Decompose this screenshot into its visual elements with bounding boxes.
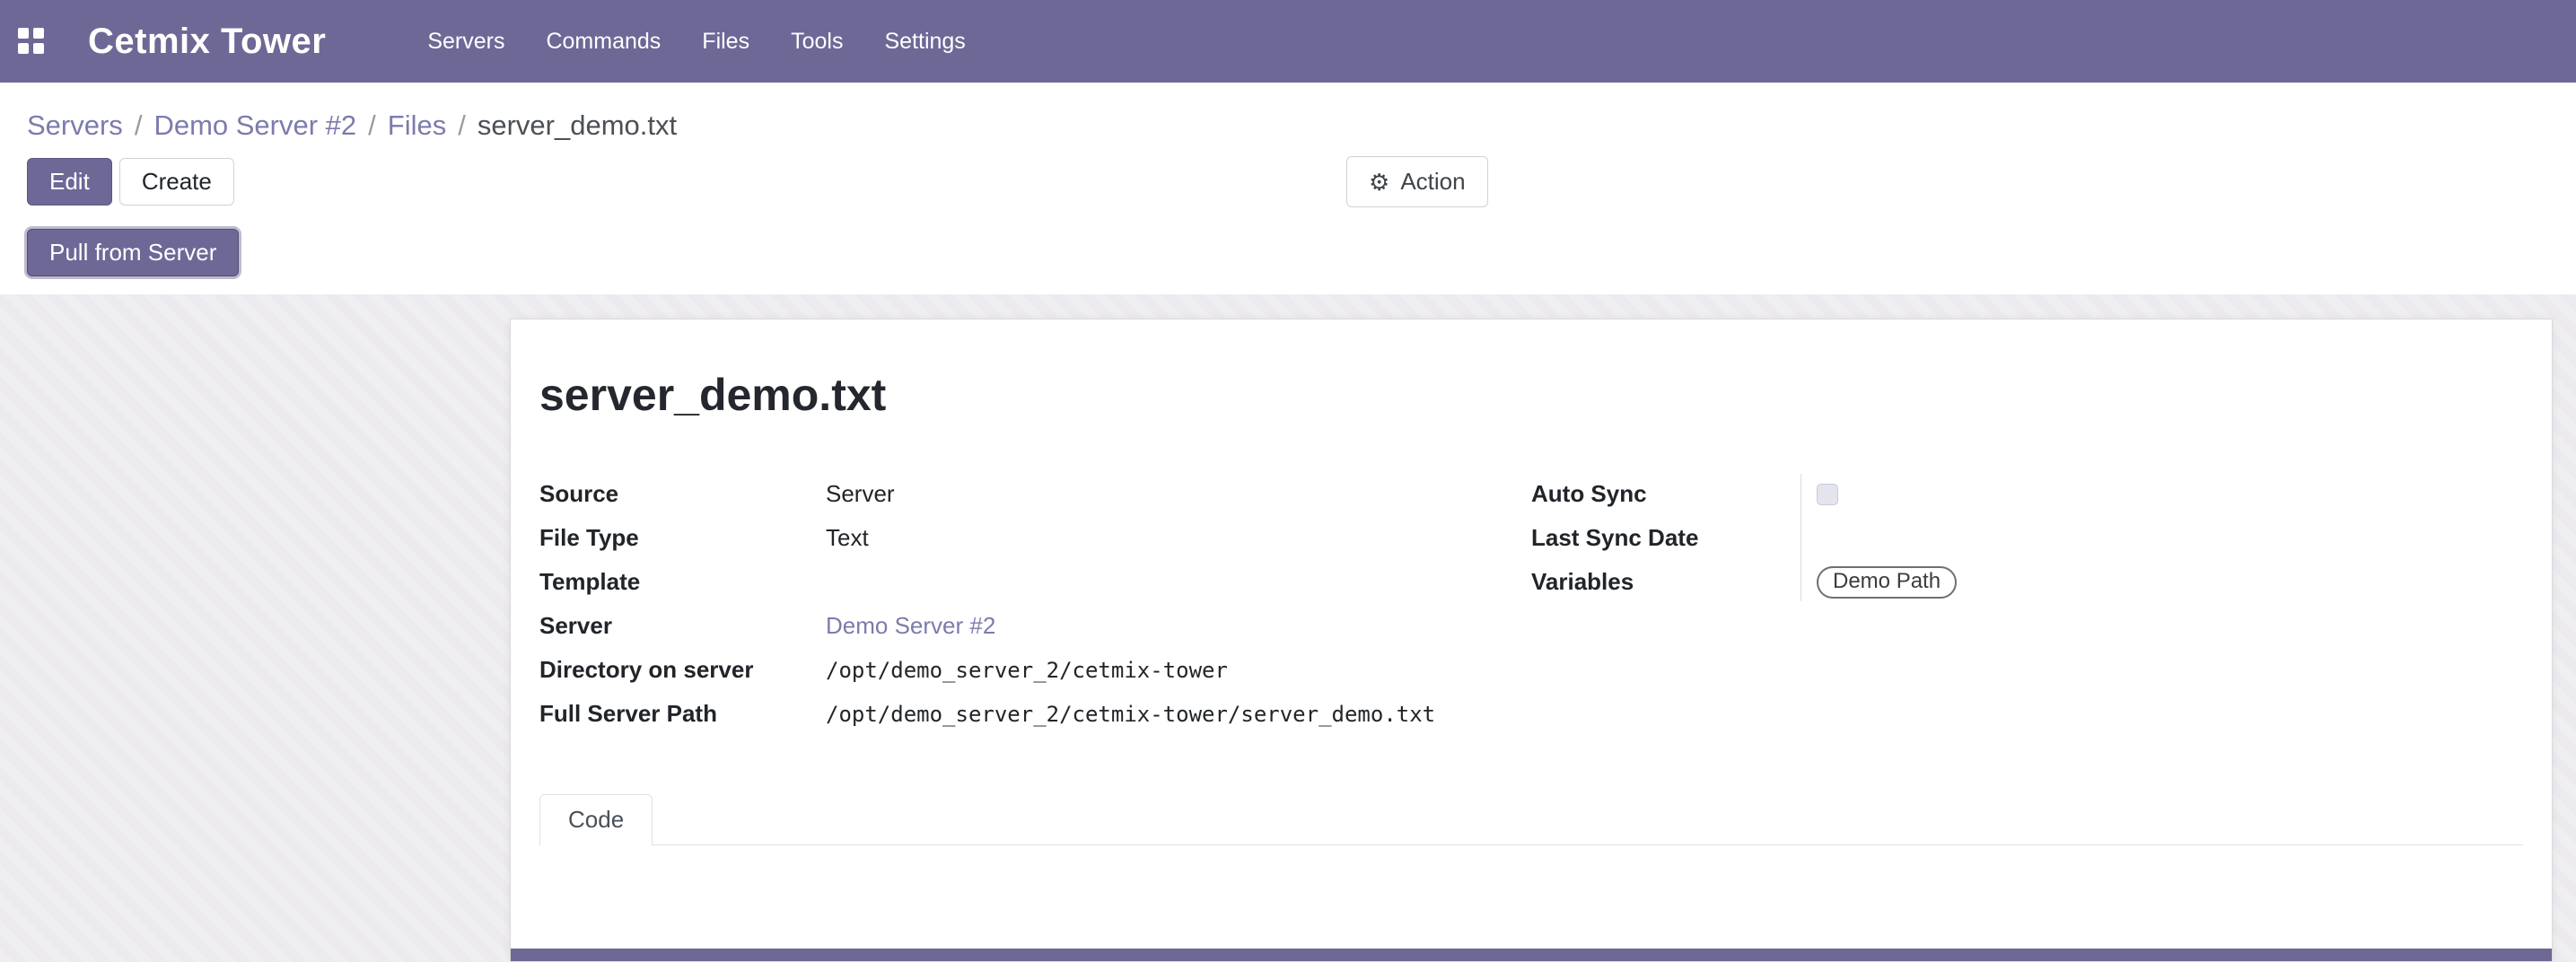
field-row-variables: Variables Demo Path: [1531, 560, 2523, 604]
content-background: server_demo.txt Source Server File Type …: [0, 294, 2576, 962]
field-value-directory: /opt/demo_server_2/cetmix-tower: [826, 658, 1531, 683]
field-groups: Source Server File Type Text Template Se…: [539, 472, 2523, 736]
field-row-full-path: Full Server Path /opt/demo_server_2/cetm…: [539, 692, 1531, 736]
breadcrumb-separator: /: [368, 108, 376, 144]
field-label-last-sync-date: Last Sync Date: [1531, 524, 1801, 552]
server-record-link[interactable]: Demo Server #2: [826, 612, 1531, 640]
field-value-file-type: Text: [826, 524, 1531, 552]
field-group-left: Source Server File Type Text Template Se…: [539, 472, 1531, 736]
menu-settings[interactable]: Settings: [863, 0, 986, 83]
pull-row: Pull from Server: [0, 229, 2576, 294]
field-value-source: Server: [826, 480, 1531, 508]
breadcrumb: Servers / Demo Server #2 / Files / serve…: [27, 108, 2549, 144]
record-title: server_demo.txt: [539, 368, 2523, 422]
field-row-source: Source Server: [539, 472, 1531, 516]
breadcrumb-servers[interactable]: Servers: [27, 108, 123, 144]
pull-from-server-button[interactable]: Pull from Server: [27, 229, 239, 276]
field-label-full-path: Full Server Path: [539, 700, 826, 728]
top-navbar: Cetmix Tower Servers Commands Files Tool…: [0, 0, 2576, 83]
form-sheet: server_demo.txt Source Server File Type …: [510, 319, 2553, 962]
auto-sync-checkbox[interactable]: [1817, 484, 1838, 505]
field-label-server: Server: [539, 612, 826, 640]
variable-tag-demo-path[interactable]: Demo Path: [1817, 566, 1957, 599]
breadcrumb-bar: Servers / Demo Server #2 / Files / serve…: [0, 83, 2576, 144]
field-row-last-sync-date: Last Sync Date: [1531, 516, 2523, 560]
apps-grid-icon[interactable]: [18, 28, 45, 55]
field-row-server: Server Demo Server #2: [539, 604, 1531, 648]
control-panel: Edit Create ⚙ Action: [0, 156, 2576, 207]
tab-code[interactable]: Code: [539, 794, 653, 846]
page: Cetmix Tower Servers Commands Files Tool…: [0, 0, 2576, 962]
breadcrumb-demo-server[interactable]: Demo Server #2: [153, 108, 356, 144]
field-label-auto-sync: Auto Sync: [1531, 480, 1801, 508]
field-label-variables: Variables: [1531, 568, 1801, 596]
action-button-label: Action: [1400, 168, 1465, 196]
field-row-template: Template: [539, 560, 1531, 604]
code-editor-top-bar: [511, 949, 2552, 961]
field-value-full-path: /opt/demo_server_2/cetmix-tower/server_d…: [826, 702, 1531, 727]
field-row-file-type: File Type Text: [539, 516, 1531, 560]
breadcrumb-current: server_demo.txt: [478, 108, 677, 144]
field-label-source: Source: [539, 480, 826, 508]
field-row-auto-sync: Auto Sync: [1531, 472, 2523, 516]
action-button[interactable]: ⚙ Action: [1346, 156, 1488, 207]
breadcrumb-separator: /: [135, 108, 143, 144]
menu-tools[interactable]: Tools: [770, 0, 863, 83]
notebook-tabs: Code: [539, 793, 2523, 845]
field-group-right: Auto Sync Last Sync Date Variables Demo …: [1531, 472, 2523, 736]
field-row-directory: Directory on server /opt/demo_server_2/c…: [539, 648, 1531, 692]
menu-servers[interactable]: Servers: [407, 0, 525, 83]
create-button[interactable]: Create: [119, 158, 234, 206]
breadcrumb-separator: /: [458, 108, 466, 144]
app-brand[interactable]: Cetmix Tower: [88, 22, 326, 62]
edit-button[interactable]: Edit: [27, 158, 112, 206]
field-label-file-type: File Type: [539, 524, 826, 552]
menu-files[interactable]: Files: [681, 0, 770, 83]
gear-icon: ⚙: [1369, 171, 1389, 194]
main-menu: Servers Commands Files Tools Settings: [407, 0, 986, 83]
menu-commands[interactable]: Commands: [525, 0, 681, 83]
field-label-template: Template: [539, 568, 826, 596]
field-label-directory: Directory on server: [539, 656, 826, 684]
breadcrumb-files[interactable]: Files: [388, 108, 446, 144]
